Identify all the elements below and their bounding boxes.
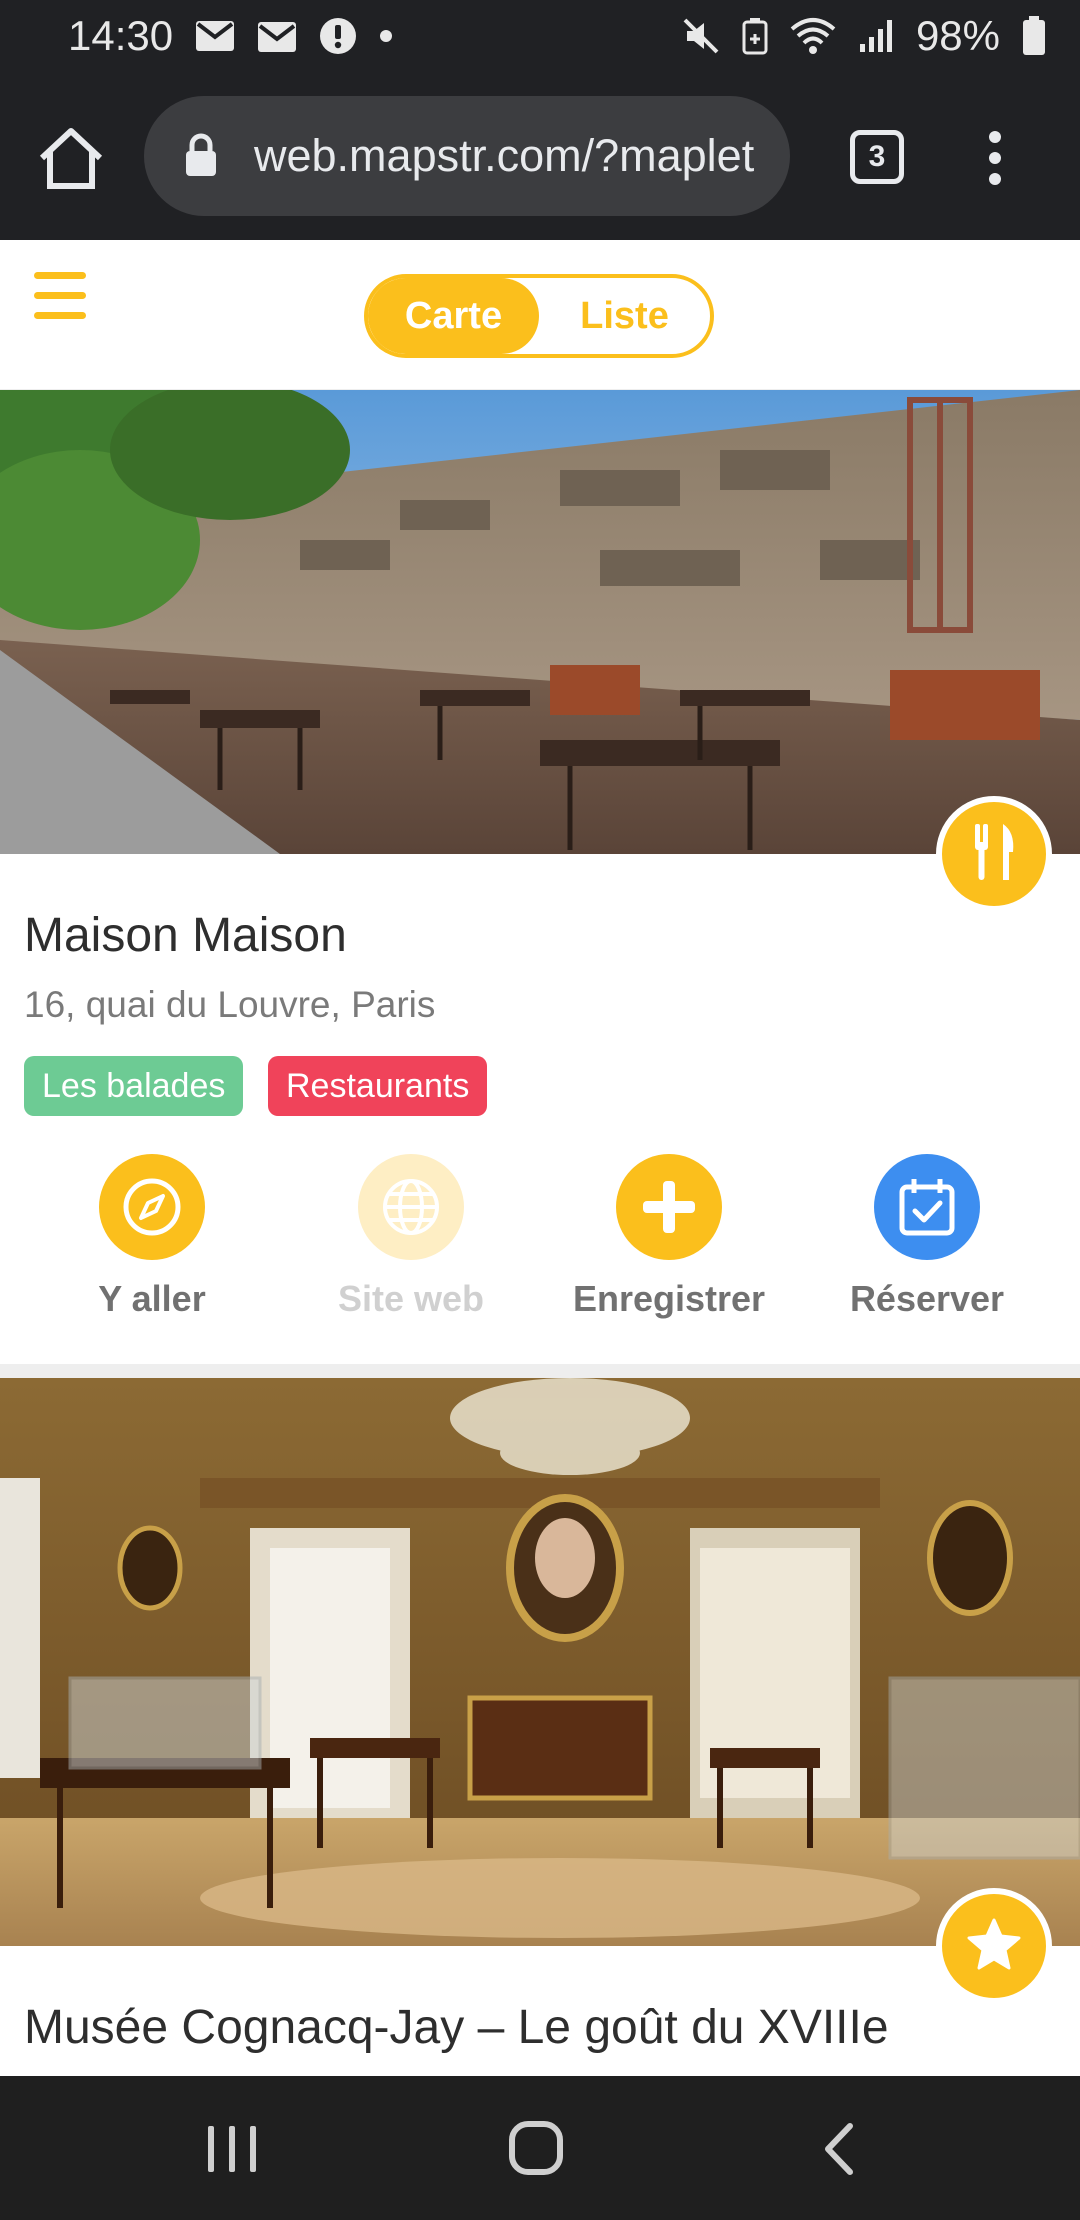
- tag-les-balades[interactable]: Les balades: [24, 1056, 244, 1116]
- hamburger-menu-icon[interactable]: [34, 270, 86, 322]
- place-photo[interactable]: [0, 390, 1080, 854]
- recent-apps-icon[interactable]: [206, 2124, 258, 2179]
- go-there-label: Y aller: [98, 1278, 206, 1319]
- place-title[interactable]: Musée Cognacq-Jay – Le goût du XVIIIe: [24, 2000, 889, 2055]
- dot-icon: [379, 29, 393, 43]
- reserve-label: Réserver: [849, 1278, 1005, 1319]
- home-nav-icon[interactable]: [508, 2120, 564, 2181]
- back-icon[interactable]: [822, 2122, 854, 2181]
- app-header: Carte Liste: [0, 240, 1080, 390]
- reserve-button[interactable]: Réserver: [802, 1154, 1052, 1320]
- plus-icon: [616, 1154, 722, 1260]
- alert-icon: [319, 17, 357, 55]
- status-bar: 14:30 98%: [0, 0, 1080, 72]
- card-separator: [0, 1364, 1080, 1378]
- place-address: 16, quai du Louvre, Paris: [24, 984, 436, 1025]
- toggle-map-button[interactable]: Carte: [368, 278, 539, 354]
- mute-icon: [682, 17, 720, 55]
- save-label: Enregistrer: [572, 1278, 766, 1319]
- place-photo[interactable]: [0, 1378, 1080, 1946]
- category-badge: [936, 796, 1052, 912]
- category-badge: [936, 1888, 1052, 2004]
- tab-switcher-button[interactable]: 3: [850, 130, 904, 184]
- mail-icon: [195, 20, 235, 52]
- lock-icon: [184, 133, 224, 179]
- signal-icon: [858, 18, 894, 54]
- compass-icon: [99, 1154, 205, 1260]
- website-button[interactable]: Site web: [286, 1154, 536, 1320]
- star-icon: [967, 1918, 1021, 1975]
- mail-open-icon: [257, 19, 297, 53]
- toggle-list-button[interactable]: Liste: [539, 278, 710, 354]
- battery-saver-icon: [742, 17, 768, 55]
- tag-restaurants[interactable]: Restaurants: [268, 1056, 488, 1116]
- url-text: web.mapstr.com/?maplet: [254, 130, 755, 181]
- status-time: 14:30: [68, 12, 174, 59]
- address-bar[interactable]: web.mapstr.com/?maplet: [144, 96, 790, 216]
- wifi-icon: [790, 17, 836, 55]
- save-button[interactable]: Enregistrer: [544, 1154, 794, 1320]
- battery-icon: [1022, 16, 1046, 56]
- system-nav-bar: [0, 2076, 1080, 2220]
- home-icon[interactable]: [36, 126, 106, 192]
- place-title[interactable]: Maison Maison: [24, 908, 347, 963]
- calendar-check-icon: [874, 1154, 980, 1260]
- fork-knife-icon: [969, 822, 1019, 887]
- globe-icon: [358, 1154, 464, 1260]
- website-label: Site web: [337, 1278, 485, 1319]
- more-vert-icon[interactable]: [986, 130, 1004, 186]
- browser-toolbar: web.mapstr.com/?maplet 3: [0, 72, 1080, 240]
- go-there-button[interactable]: Y aller: [27, 1154, 277, 1320]
- view-toggle: Carte Liste: [364, 274, 714, 358]
- battery-percent: 98%: [915, 12, 1000, 59]
